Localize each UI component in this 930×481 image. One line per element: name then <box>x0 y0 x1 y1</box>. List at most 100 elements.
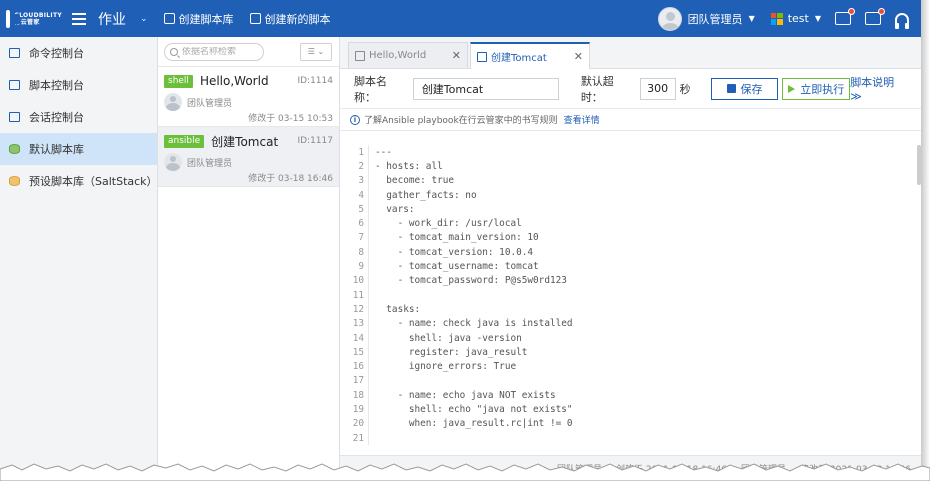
user-dropdown-chevron-icon[interactable]: ▼ <box>749 14 755 23</box>
line-text <box>368 287 375 303</box>
line-text: - tomcat_username: tomcat <box>368 259 539 274</box>
window-icon <box>9 112 20 122</box>
code-line: 13 - name: check java is installed <box>340 316 918 331</box>
script-owner: 团队管理员 <box>187 158 233 169</box>
task-check-icon[interactable] <box>865 8 885 25</box>
info-text: 了解Ansible playbook在行云管家中的书写规则 <box>364 116 558 126</box>
editor-area: Hello,World ✕ 创建Tomcat ✕ 脚本名称： 默认超时： 秒 保… <box>340 37 921 481</box>
sidebar-item-label: 默认脚本库 <box>29 143 84 156</box>
support-headset-icon[interactable] <box>895 12 909 29</box>
line-text: - tomcat_version: 10.0.4 <box>368 245 533 260</box>
script-modified-time: 修改于 03-18 16:46 <box>248 174 333 184</box>
notification-dot <box>848 8 855 15</box>
code-line: 16 ignore_errors: True <box>340 359 918 374</box>
tenant-dropdown-chevron-icon[interactable]: ▼ <box>815 14 821 23</box>
user-avatar[interactable] <box>657 6 682 31</box>
tab-label: 创建Tomcat <box>491 53 547 64</box>
hamburger-menu-icon[interactable] <box>72 12 86 25</box>
code-line: 11 <box>340 287 918 303</box>
code-line: 1 --- <box>340 145 918 160</box>
owner-avatar <box>164 93 182 111</box>
line-number: 6 <box>358 218 364 230</box>
logo-text-cn: 行云管家 <box>14 18 40 26</box>
line-text: - work_dir: /usr/local <box>368 216 522 231</box>
sidebar-item-command-console[interactable]: 命令控制台 <box>0 37 157 69</box>
save-icon <box>726 84 736 93</box>
line-number: 9 <box>358 261 364 273</box>
close-icon[interactable]: ✕ <box>574 50 583 63</box>
code-line: 10 - tomcat_password: P@s5w0rd123 <box>340 273 918 288</box>
line-text <box>368 373 375 389</box>
timeout-label: 默认超时： <box>580 74 614 104</box>
logo[interactable]: CLOUDBILITY 行云管家 <box>0 0 62 37</box>
code-line: 19 shell: echo "java not exists" <box>340 402 918 417</box>
script-help-link[interactable]: 脚本说明 ≫ <box>850 74 909 103</box>
script-name-input[interactable] <box>412 77 559 100</box>
line-number: 3 <box>358 175 364 187</box>
run-button-label: 立即执行 <box>800 82 845 96</box>
script-id: ID:1117 <box>297 136 333 146</box>
script-modified-time: 修改于 03-15 10:53 <box>248 114 333 124</box>
line-number: 5 <box>358 203 364 215</box>
code-editor[interactable]: 1 --- 2- hosts: all 3 become: true 4 gather_… <box>340 145 918 455</box>
module-title: 作业 <box>98 11 126 28</box>
create-script-library-link[interactable]: 创建脚本库 <box>163 11 234 27</box>
line-text: - tomcat_password: P@s5w0rd123 <box>368 273 567 288</box>
line-text: tasks: <box>368 302 420 317</box>
new-script-icon <box>249 13 261 24</box>
sidebar-item-preset-library[interactable]: 预设脚本库（SaltStack） <box>0 165 158 197</box>
search-icon <box>170 47 178 56</box>
script-list-item[interactable]: shell Hello,World ID:1114 团队管理员 修改于 03-1… <box>158 67 339 127</box>
line-number: 16 <box>352 361 364 373</box>
line-text <box>368 430 375 446</box>
module-dropdown-chevron-icon[interactable]: ⌄ <box>140 14 148 24</box>
owner-avatar <box>164 153 182 171</box>
script-list-item[interactable]: ansible 创建Tomcat ID:1117 团队管理员 修改于 03-18… <box>158 127 339 187</box>
save-button[interactable]: 保存 <box>710 77 779 100</box>
timeout-input[interactable] <box>639 77 676 100</box>
tabs-bar: Hello,World ✕ 创建Tomcat ✕ <box>340 37 921 69</box>
cloudbility-logo-icon <box>6 9 22 28</box>
sort-dropdown-button[interactable]: ☰ ⌄ <box>300 42 332 61</box>
script-list: ☰ ⌄ shell Hello,World ID:1114 团队管理员 修改于 … <box>158 37 340 481</box>
tenant-name[interactable]: test <box>788 12 809 25</box>
line-text: - name: check java is installed <box>368 316 573 331</box>
task-notification-dot <box>878 8 885 15</box>
database-icon <box>9 144 20 154</box>
view-details-link[interactable]: 查看详情 <box>564 113 600 126</box>
line-number: 19 <box>352 403 364 415</box>
code-line: 2 - hosts: all <box>340 159 918 174</box>
line-text: ignore_errors: True <box>368 359 516 374</box>
tab-create-tomcat[interactable]: 创建Tomcat ✕ <box>470 42 590 69</box>
database-icon <box>163 13 175 24</box>
logo-text-en: CLOUDBILITY <box>14 11 62 19</box>
close-icon[interactable]: ✕ <box>452 49 461 62</box>
sidebar-item-label: 预设脚本库（SaltStack） <box>29 175 158 188</box>
code-line: 15 register: java_result <box>340 345 918 360</box>
search-box[interactable] <box>164 42 264 61</box>
info-bar: i 了解Ansible playbook在行云管家中的书写规则 查看详情 <box>340 109 921 131</box>
script-name: Hello,World <box>199 74 269 88</box>
create-script-library-label: 创建脚本库 <box>178 12 234 26</box>
line-number: 12 <box>352 303 364 315</box>
user-name[interactable]: 团队管理员 <box>688 11 743 27</box>
line-text: shell: java -version <box>368 330 522 346</box>
top-bar: CLOUDBILITY 行云管家 作业 ⌄ 创建脚本库 创建新的脚本 团队管理员… <box>0 0 921 37</box>
sidebar-item-session-console[interactable]: 会话控制台 <box>0 101 157 133</box>
line-number: 21 <box>352 432 364 444</box>
run-now-button[interactable]: 立即执行 <box>782 77 851 100</box>
sidebar-item-default-library[interactable]: 默认脚本库 <box>0 133 157 165</box>
create-new-script-link[interactable]: 创建新的脚本 <box>249 11 331 27</box>
script-form: 脚本名称： 默认超时： 秒 保存 立即执行 脚本说明 ≫ <box>340 69 921 109</box>
page-shadow <box>921 0 930 481</box>
line-number: 7 <box>358 232 364 244</box>
tab-hello-world[interactable]: Hello,World ✕ <box>348 42 468 68</box>
code-line: 5 vars: <box>340 202 918 217</box>
line-text: register: java_result <box>368 345 527 360</box>
info-icon: i <box>350 114 360 125</box>
sidebar-item-script-console[interactable]: 脚本控制台 <box>0 69 157 101</box>
search-input[interactable] <box>182 46 262 57</box>
message-envelope-icon[interactable] <box>835 8 855 25</box>
code-line: 21 <box>340 430 918 446</box>
line-number: 13 <box>352 318 364 330</box>
